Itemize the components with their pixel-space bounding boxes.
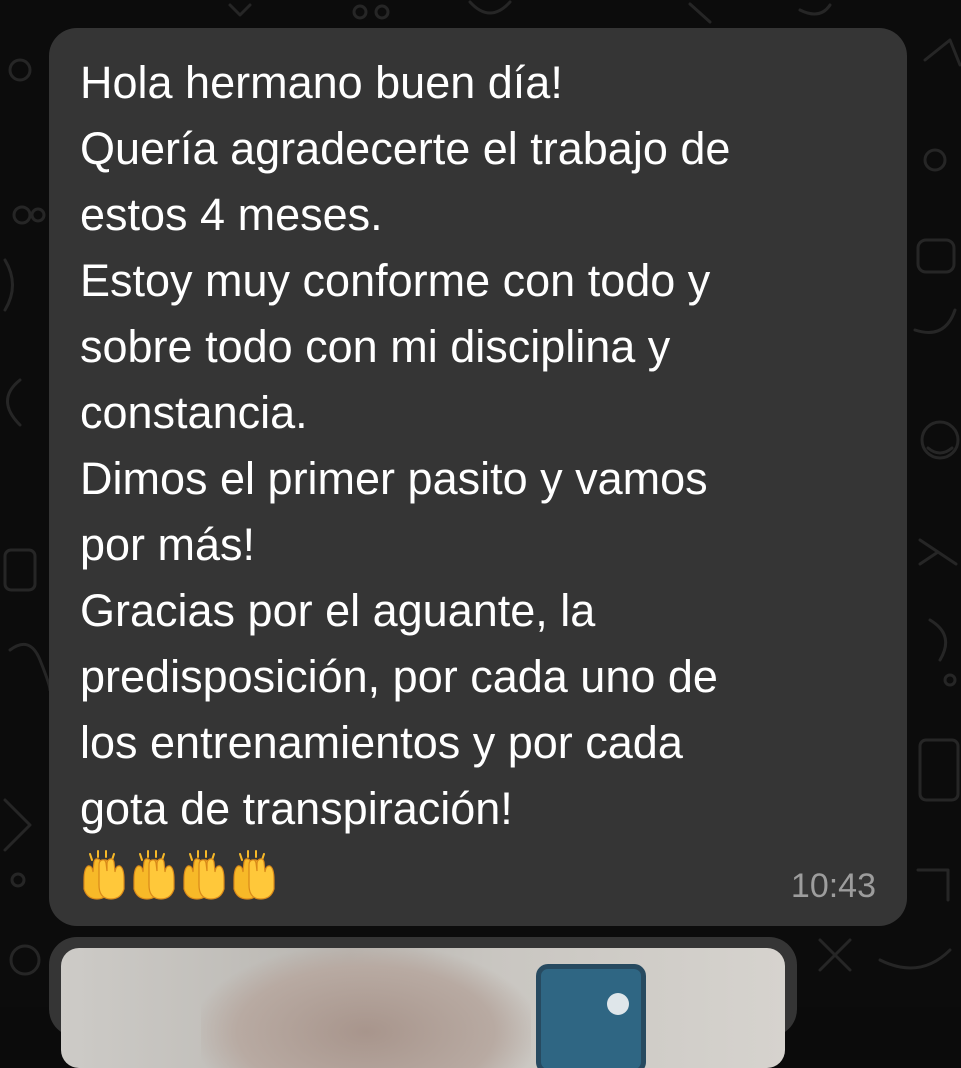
raising-hands-icon <box>183 850 225 900</box>
photo-subject <box>201 948 531 1068</box>
media-message-bubble[interactable] <box>49 937 797 1068</box>
message-line: Hola hermano buen día! <box>80 57 563 108</box>
message-line: constancia. <box>80 387 308 438</box>
photo-thumbnail[interactable] <box>61 948 785 1068</box>
message-timestamp: 10:43 <box>790 867 876 905</box>
message-line: los entrenamientos y por cada <box>80 717 683 768</box>
raising-hands-icon <box>83 850 125 900</box>
message-line: gota de transpiración! <box>80 783 513 834</box>
message-line: Gracias por el aguante, la <box>80 585 596 636</box>
emoji-row <box>80 848 280 908</box>
message-bubble[interactable]: Hola hermano buen día! Quería agradecerte… <box>49 28 907 926</box>
message-line: predisposición, por cada uno de <box>80 651 718 702</box>
message-text: Hola hermano buen día! Quería agradecerte… <box>80 50 860 842</box>
message-line: estos 4 meses. <box>80 189 383 240</box>
message-line: Quería agradecerte el trabajo de <box>80 123 731 174</box>
message-line: por más! <box>80 519 256 570</box>
raising-hands-icon <box>133 850 175 900</box>
photo-phone-object <box>536 964 646 1068</box>
message-line: Dimos el primer pasito y vamos <box>80 453 708 504</box>
message-line: sobre todo con mi disciplina y <box>80 321 671 372</box>
photo-phone-lens <box>607 993 629 1015</box>
raising-hands-icon <box>233 850 275 900</box>
message-line: Estoy muy conforme con todo y <box>80 255 711 306</box>
